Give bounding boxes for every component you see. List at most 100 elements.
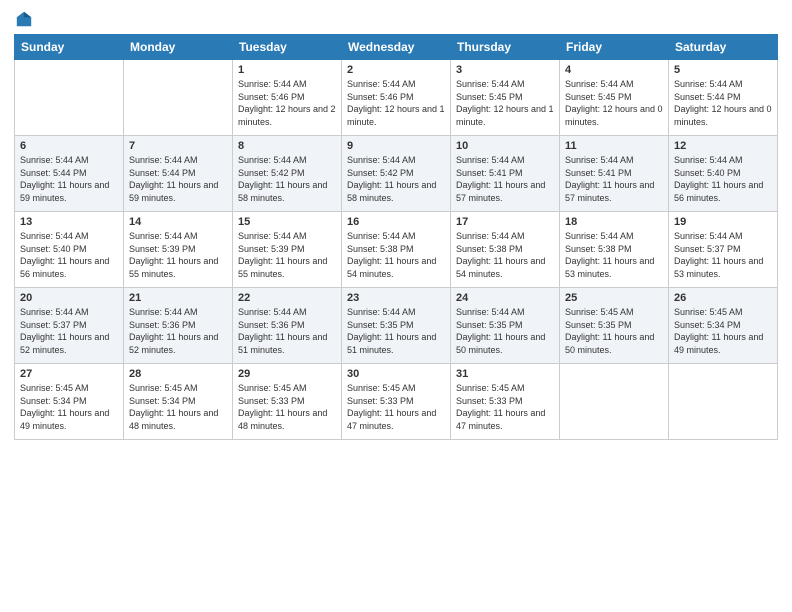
calendar-cell: 28 Sunrise: 5:45 AM Sunset: 5:34 PM Dayli… — [124, 364, 233, 440]
calendar-cell: 27 Sunrise: 5:45 AM Sunset: 5:34 PM Dayli… — [15, 364, 124, 440]
calendar-cell: 19 Sunrise: 5:44 AM Sunset: 5:37 PM Dayli… — [669, 212, 778, 288]
day-info: Sunrise: 5:45 AM Sunset: 5:33 PM Dayligh… — [238, 382, 336, 432]
day-number: 7 — [129, 140, 227, 152]
calendar-cell: 11 Sunrise: 5:44 AM Sunset: 5:41 PM Dayli… — [560, 136, 669, 212]
day-number: 13 — [20, 216, 118, 228]
calendar-cell: 2 Sunrise: 5:44 AM Sunset: 5:46 PM Daylig… — [342, 60, 451, 136]
calendar-cell: 7Sunrise: 5:44 AM Sunset: 5:44 PM Daylig… — [124, 136, 233, 212]
day-info: Sunrise: 5:44 AM Sunset: 5:38 PM Dayligh… — [456, 230, 554, 280]
calendar-header-tuesday: Tuesday — [233, 35, 342, 60]
day-info: Sunrise: 5:45 AM Sunset: 5:34 PM Dayligh… — [129, 382, 227, 432]
day-info: Sunrise: 5:44 AM Sunset: 5:36 PM Dayligh… — [129, 306, 227, 356]
day-number: 3 — [456, 64, 554, 76]
day-number: 20 — [20, 292, 118, 304]
day-info: Sunrise: 5:44 AM Sunset: 5:36 PM Dayligh… — [238, 306, 336, 356]
day-number: 4 — [565, 64, 663, 76]
calendar-cell: 22 Sunrise: 5:44 AM Sunset: 5:36 PM Dayli… — [233, 288, 342, 364]
calendar-table: SundayMondayTuesdayWednesdayThursdayFrid… — [14, 34, 778, 440]
day-info: Sunrise: 5:44 AM Sunset: 5:44 PM Dayligh… — [674, 78, 772, 128]
calendar-cell: 1Sunrise: 5:44 AM Sunset: 5:46 PM Daylig… — [233, 60, 342, 136]
calendar-cell: 12 Sunrise: 5:44 AM Sunset: 5:40 PM Dayli… — [669, 136, 778, 212]
day-info: Sunrise: 5:44 AM Sunset: 5:40 PM Dayligh… — [20, 230, 118, 280]
day-number: 25 — [565, 292, 663, 304]
calendar-cell: 4 Sunrise: 5:44 AM Sunset: 5:45 PM Daylig… — [560, 60, 669, 136]
calendar-cell: 10 Sunrise: 5:44 AM Sunset: 5:41 PM Dayli… — [451, 136, 560, 212]
day-number: 1 — [238, 64, 336, 76]
page: SundayMondayTuesdayWednesdayThursdayFrid… — [0, 0, 792, 612]
calendar-header-row: SundayMondayTuesdayWednesdayThursdayFrid… — [15, 35, 778, 60]
day-number: 5 — [674, 64, 772, 76]
day-info: Sunrise: 5:44 AM Sunset: 5:41 PM Dayligh… — [565, 154, 663, 204]
calendar-cell: 13 Sunrise: 5:44 AM Sunset: 5:40 PM Dayli… — [15, 212, 124, 288]
day-info: Sunrise: 5:45 AM Sunset: 5:33 PM Dayligh… — [456, 382, 554, 432]
day-info: Sunrise: 5:45 AM Sunset: 5:34 PM Dayligh… — [674, 306, 772, 356]
calendar-header-friday: Friday — [560, 35, 669, 60]
calendar-cell: 5 Sunrise: 5:44 AM Sunset: 5:44 PM Daylig… — [669, 60, 778, 136]
calendar-cell: 16 Sunrise: 5:44 AM Sunset: 5:38 PM Dayli… — [342, 212, 451, 288]
day-info: Sunrise: 5:44 AM Sunset: 5:45 PM Dayligh… — [456, 78, 554, 128]
calendar-cell: 23Sunrise: 5:44 AM Sunset: 5:35 PM Dayli… — [342, 288, 451, 364]
day-info: Sunrise: 5:44 AM Sunset: 5:38 PM Dayligh… — [347, 230, 445, 280]
day-number: 18 — [565, 216, 663, 228]
calendar-cell: 8 Sunrise: 5:44 AM Sunset: 5:42 PM Daylig… — [233, 136, 342, 212]
day-number: 23 — [347, 292, 445, 304]
day-info: Sunrise: 5:44 AM Sunset: 5:37 PM Dayligh… — [674, 230, 772, 280]
calendar-cell: 18 Sunrise: 5:44 AM Sunset: 5:38 PM Dayli… — [560, 212, 669, 288]
calendar-cell: 30 Sunrise: 5:45 AM Sunset: 5:33 PM Dayli… — [342, 364, 451, 440]
day-info: Sunrise: 5:44 AM Sunset: 5:37 PM Dayligh… — [20, 306, 118, 356]
calendar-cell: 6 Sunrise: 5:44 AM Sunset: 5:44 PM Daylig… — [15, 136, 124, 212]
day-number: 14 — [129, 216, 227, 228]
day-info: Sunrise: 5:44 AM Sunset: 5:46 PM Dayligh… — [347, 78, 445, 128]
calendar-week-row: 20 Sunrise: 5:44 AM Sunset: 5:37 PM Dayli… — [15, 288, 778, 364]
day-number: 15 — [238, 216, 336, 228]
calendar-header-thursday: Thursday — [451, 35, 560, 60]
day-number: 31 — [456, 368, 554, 380]
day-number: 28 — [129, 368, 227, 380]
day-number: 6 — [20, 140, 118, 152]
day-number: 21 — [129, 292, 227, 304]
day-number: 27 — [20, 368, 118, 380]
calendar-week-row: 27 Sunrise: 5:45 AM Sunset: 5:34 PM Dayli… — [15, 364, 778, 440]
day-number: 22 — [238, 292, 336, 304]
calendar-cell: 3 Sunrise: 5:44 AM Sunset: 5:45 PM Daylig… — [451, 60, 560, 136]
day-info: Sunrise: 5:44 AM Sunset: 5:45 PM Dayligh… — [565, 78, 663, 128]
calendar-cell: 14 Sunrise: 5:44 AM Sunset: 5:39 PM Dayli… — [124, 212, 233, 288]
calendar-cell — [560, 364, 669, 440]
calendar-header-sunday: Sunday — [15, 35, 124, 60]
day-info: Sunrise: 5:44 AM Sunset: 5:40 PM Dayligh… — [674, 154, 772, 204]
calendar-cell: 20 Sunrise: 5:44 AM Sunset: 5:37 PM Dayli… — [15, 288, 124, 364]
day-info: Sunrise: 5:44 AM Sunset: 5:44 PM Dayligh… — [20, 154, 118, 204]
day-number: 16 — [347, 216, 445, 228]
calendar-cell: 24 Sunrise: 5:44 AM Sunset: 5:35 PM Dayli… — [451, 288, 560, 364]
day-number: 12 — [674, 140, 772, 152]
day-number: 30 — [347, 368, 445, 380]
day-number: 24 — [456, 292, 554, 304]
day-info: Sunrise: 5:44 AM Sunset: 5:42 PM Dayligh… — [238, 154, 336, 204]
day-info: Sunrise: 5:44 AM Sunset: 5:39 PM Dayligh… — [238, 230, 336, 280]
calendar-week-row: 1 Sunrise: 5:44 AM Sunset: 5:46 PM Daylig… — [15, 60, 778, 136]
day-number: 11 — [565, 140, 663, 152]
day-info: Sunrise: 5:44 AM Sunset: 5:35 PM Dayligh… — [456, 306, 554, 356]
day-info: Sunrise: 5:44 AM Sunset: 5:42 PM Dayligh… — [347, 154, 445, 204]
calendar-cell: 25 Sunrise: 5:45 AM Sunset: 5:35 PM Dayli… — [560, 288, 669, 364]
day-info: Sunrise: 5:45 AM Sunset: 5:33 PM Dayligh… — [347, 382, 445, 432]
day-info: Sunrise: 5:45 AM Sunset: 5:34 PM Dayligh… — [20, 382, 118, 432]
day-number: 2 — [347, 64, 445, 76]
calendar-cell: 26 Sunrise: 5:45 AM Sunset: 5:34 PM Dayli… — [669, 288, 778, 364]
calendar-cell: 21 Sunrise: 5:44 AM Sunset: 5:36 PM Dayli… — [124, 288, 233, 364]
day-number: 19 — [674, 216, 772, 228]
calendar-cell: 29 Sunrise: 5:45 AM Sunset: 5:33 PM Dayli… — [233, 364, 342, 440]
day-info: Sunrise: 5:44 AM Sunset: 5:41 PM Dayligh… — [456, 154, 554, 204]
day-number: 10 — [456, 140, 554, 152]
calendar-cell — [15, 60, 124, 136]
calendar-cell: 15 Sunrise: 5:44 AM Sunset: 5:39 PM Dayli… — [233, 212, 342, 288]
day-number: 8 — [238, 140, 336, 152]
calendar-header-saturday: Saturday — [669, 35, 778, 60]
logo-area — [14, 10, 33, 28]
day-number: 26 — [674, 292, 772, 304]
day-info: Sunrise: 5:44 AM Sunset: 5:39 PM Dayligh… — [129, 230, 227, 280]
day-info: Sunrise: 5:44 AM Sunset: 5:38 PM Dayligh… — [565, 230, 663, 280]
day-number: 29 — [238, 368, 336, 380]
day-number: 17 — [456, 216, 554, 228]
day-info: Sunrise: 5:45 AM Sunset: 5:35 PM Dayligh… — [565, 306, 663, 356]
